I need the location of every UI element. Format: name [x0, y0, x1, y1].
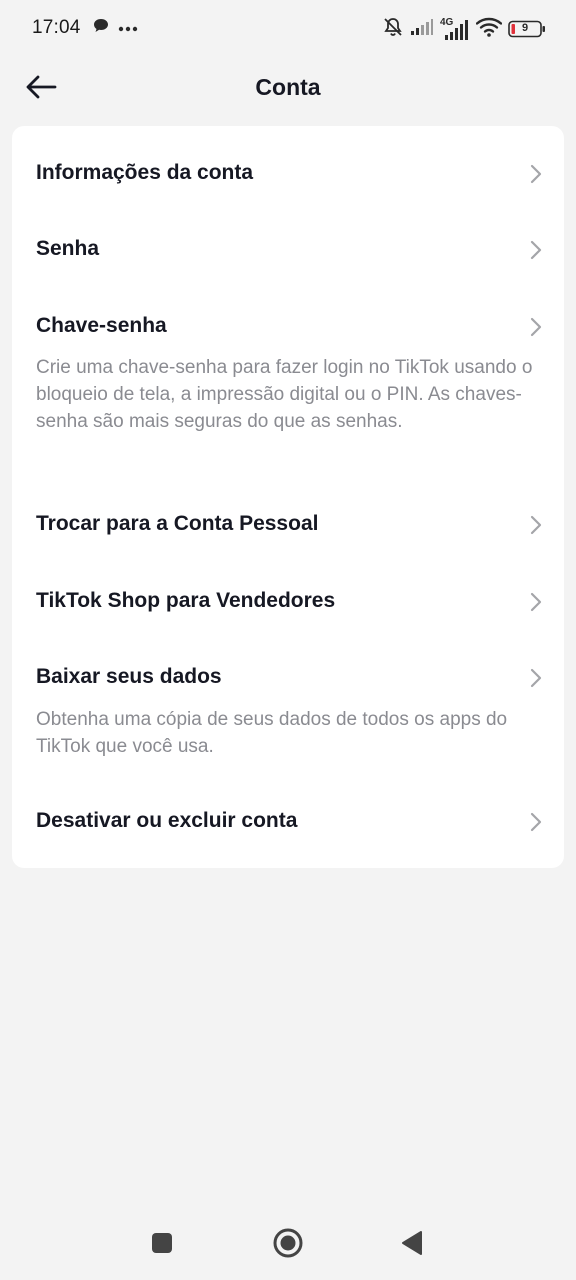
chevron-right-icon: [528, 316, 544, 338]
menu-item-download-data[interactable]: Baixar seus dados Obtenha uma cópia de s…: [12, 638, 564, 778]
chevron-right-icon: [528, 239, 544, 261]
menu-item-label: Chave-senha: [36, 314, 167, 337]
system-navigation-bar: [0, 1212, 576, 1280]
battery-icon: 9: [508, 20, 546, 38]
status-time: 17:04: [32, 17, 81, 38]
wifi-icon: [475, 17, 503, 42]
menu-item-switch-personal-account[interactable]: Trocar para a Conta Pessoal: [12, 478, 564, 562]
menu-item-passkey[interactable]: Chave-senha Crie uma chave-senha para fa…: [12, 298, 564, 478]
menu-item-label: Senha: [36, 237, 100, 260]
chat-bubble-icon: [92, 17, 110, 40]
recent-apps-button[interactable]: [142, 1228, 182, 1262]
more-dots-icon: [118, 19, 138, 37]
settings-card: Informações da conta Senha Chave-senha C…: [12, 126, 564, 868]
signal-icon: [410, 18, 434, 41]
recent-apps-square-icon: [150, 1231, 174, 1260]
menu-item-description: Obtenha uma cópia de seus dados de todos…: [36, 709, 508, 757]
chevron-right-icon: [528, 591, 544, 613]
menu-item-label: Trocar para a Conta Pessoal: [36, 512, 319, 535]
back-triangle-icon: [400, 1230, 424, 1261]
menu-item-label: Desativar ou excluir conta: [36, 809, 298, 832]
system-back-button[interactable]: [392, 1228, 432, 1262]
signal-4g-icon: 4G: [440, 17, 470, 41]
menu-item-description: Crie uma chave-senha para fazer login no…: [36, 357, 533, 432]
menu-item-deactivate-delete-account[interactable]: Desativar ou excluir conta: [12, 778, 564, 868]
chevron-right-icon: [528, 514, 544, 536]
menu-item-label: Baixar seus dados: [36, 665, 222, 688]
menu-item-tiktok-shop-sellers[interactable]: TikTok Shop para Vendedores: [12, 562, 564, 638]
chevron-right-icon: [528, 163, 544, 185]
home-button[interactable]: [268, 1228, 308, 1262]
status-bar: 17:04 4G 9: [0, 0, 576, 58]
menu-item-label: Informações da conta: [36, 161, 254, 184]
page-title: Conta: [255, 74, 321, 100]
menu-item-password[interactable]: Senha: [12, 222, 564, 298]
bell-muted-icon: [382, 16, 404, 43]
top-app-bar: Conta: [0, 58, 576, 120]
menu-item-account-info[interactable]: Informações da conta: [12, 126, 564, 222]
menu-item-label: TikTok Shop para Vendedores: [36, 589, 336, 612]
chevron-right-icon: [528, 811, 544, 833]
chevron-right-icon: [528, 667, 544, 689]
home-circle-icon: [272, 1227, 304, 1264]
